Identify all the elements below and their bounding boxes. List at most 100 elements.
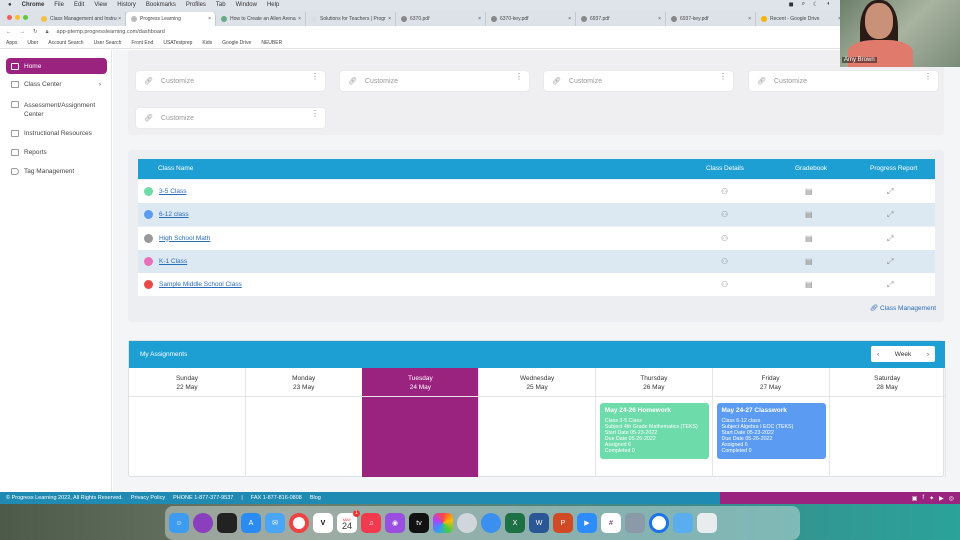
sidebar-item-instructional-resources[interactable]: Instructional Resources [6,126,107,141]
customize-link-card[interactable]: 🔗︎ Customize ⋮ [136,108,325,128]
mission-control-icon[interactable] [217,513,237,533]
close-icon[interactable]: × [568,16,571,22]
bookmark[interactable]: NEUBER [261,40,282,46]
blog-link[interactable]: Blog [310,495,321,501]
class-name-link[interactable]: 3-5 Class [159,188,186,195]
gradebook-icon[interactable]: ▤ [805,280,813,289]
zoom-icon[interactable]: ▶ [577,513,597,533]
tab[interactable]: Solutions for Teachers | Progr × [306,12,396,26]
menu-history[interactable]: History [117,2,136,8]
class-name-link[interactable]: K-1 Class [159,258,187,265]
close-icon[interactable]: × [748,16,751,22]
chevron-left-icon[interactable]: ‹ [877,351,879,358]
apple-icon[interactable]: ● [8,2,12,8]
finder-icon[interactable]: ☺ [169,513,189,533]
class-details-icon[interactable]: ⚇ [721,257,728,266]
gradebook-icon[interactable]: ▤ [805,187,813,196]
preview-icon[interactable] [625,513,645,533]
podcasts-icon[interactable]: ◉ [385,513,405,533]
week-selector[interactable]: ‹ Week › [871,346,935,362]
menu-window[interactable]: Window [236,2,257,8]
search-icon[interactable]: ⌕ [802,1,805,8]
close-icon[interactable]: × [658,16,661,22]
tab[interactable]: 6370.pdf × [396,12,486,26]
customize-link-card[interactable]: 🔗︎ Customize ⋮ [749,71,938,91]
calendar-day-sunday[interactable]: Sunday 22 May [129,368,246,477]
gradebook-icon[interactable]: ▤ [805,257,813,266]
gradebook-icon[interactable]: ▤ [805,234,813,243]
progress-report-icon[interactable]: ⤢ [887,210,893,220]
photos-icon[interactable] [433,513,453,533]
twitter-icon[interactable]: ✦ [929,495,934,502]
calendar-day-friday[interactable]: Friday 27 May May 24-27 Classwork Class 6-1… [712,368,830,477]
app-store-icon[interactable]: A [241,513,261,533]
1password-icon[interactable] [649,513,669,533]
status-icon[interactable]: ◼ [789,1,794,8]
class-details-icon[interactable]: ⚇ [721,280,728,289]
menu-help[interactable]: Help [267,2,279,8]
calendar-day-saturday[interactable]: Saturday 28 May [829,368,947,477]
menu-chrome[interactable]: Chrome [22,2,45,8]
class-name-link[interactable]: High School Math [159,235,210,242]
assignment-card[interactable]: May 24-26 Homework Class 3-5 Class Subject… [599,403,709,459]
menu-file[interactable]: File [54,2,64,8]
calendar-day-monday[interactable]: Monday 23 May [245,368,363,477]
mail-icon[interactable]: ✉ [265,513,285,533]
safari-icon[interactable] [481,513,501,533]
tab[interactable]: 6937-key.pdf × [666,12,756,26]
menu-bookmarks[interactable]: Bookmarks [146,2,176,8]
back-icon[interactable]: ← [6,29,12,35]
menu-tab[interactable]: Tab [216,2,226,8]
reload-icon[interactable]: ↻ [33,29,38,35]
gradebook-icon[interactable]: ▤ [805,210,813,219]
sidebar-item-reports[interactable]: Reports [6,145,107,160]
close-icon[interactable]: × [208,16,211,22]
slack-icon[interactable]: # [601,513,621,533]
sidebar-item-home[interactable]: Home [6,58,107,74]
class-name-link[interactable]: 6-12 class [159,211,189,218]
chevron-right-icon[interactable]: › [927,351,929,358]
kebab-menu-icon[interactable]: ⋮ [311,73,319,81]
progress-report-icon[interactable]: ⤢ [887,280,893,290]
volume-icon[interactable]: ◖ [826,1,830,8]
menu-edit[interactable]: Edit [74,2,84,8]
linkedin-icon[interactable]: ▣ [912,495,918,502]
assignment-card[interactable]: May 24-27 Classwork Class 6-12 class Subje… [716,403,826,459]
class-details-icon[interactable]: ⚇ [721,187,728,196]
customize-link-card[interactable]: 🔗︎ Customize ⋮ [136,71,325,91]
menu-view[interactable]: View [94,2,107,8]
calendar-day-thursday[interactable]: Thursday 26 May May 24-26 Homework Class 3-… [595,368,713,477]
sidebar-item-class-center[interactable]: Class Center › [6,77,107,92]
downloads-folder-icon[interactable] [673,513,693,533]
apple-tv-icon[interactable]: tv [409,513,429,533]
tab[interactable]: 6937.pdf × [576,12,666,26]
screenshot-icon[interactable] [457,513,477,533]
vectorworks-icon[interactable]: V [313,513,333,533]
sidebar-item-tag-management[interactable]: Tag Management [6,164,107,179]
siri-icon[interactable] [193,513,213,533]
progress-report-icon[interactable]: ⤢ [887,234,893,244]
tab[interactable]: Class Management and Instru × [36,12,126,26]
kebab-menu-icon[interactable]: ⋮ [311,110,319,118]
bookmark[interactable]: User Search [94,40,122,46]
bookmark[interactable]: Google Drive [222,40,251,46]
menu-profiles[interactable]: Profiles [186,2,206,8]
chrome-icon[interactable] [289,513,309,533]
class-details-icon[interactable]: ⚇ [721,234,728,243]
customize-link-card[interactable]: 🔗︎ Customize ⋮ [340,71,529,91]
tab[interactable]: How to Create an Allen Arena × [216,12,306,26]
progress-report-icon[interactable]: ⤢ [887,187,893,197]
url-field[interactable]: app-ptemp.progresslearning.com/dashboard [57,29,165,35]
bookmark[interactable]: Uber [27,40,38,46]
sidebar-item-assessment-center[interactable]: Assessment/Assignment Center [6,97,107,123]
close-icon[interactable]: × [478,16,481,22]
tab-active[interactable]: Progress Learning × [126,12,216,26]
class-details-icon[interactable]: ⚇ [721,210,728,219]
kebab-menu-icon[interactable]: ⋮ [515,73,523,81]
progress-report-icon[interactable]: ⤢ [887,257,893,267]
tab[interactable]: 6370-key.pdf × [486,12,576,26]
close-icon[interactable]: × [298,16,301,22]
bookmark[interactable]: Account Search [48,40,83,46]
powerpoint-icon[interactable]: P [553,513,573,533]
calendar-day-wednesday[interactable]: Wednesday 25 May [479,368,597,477]
